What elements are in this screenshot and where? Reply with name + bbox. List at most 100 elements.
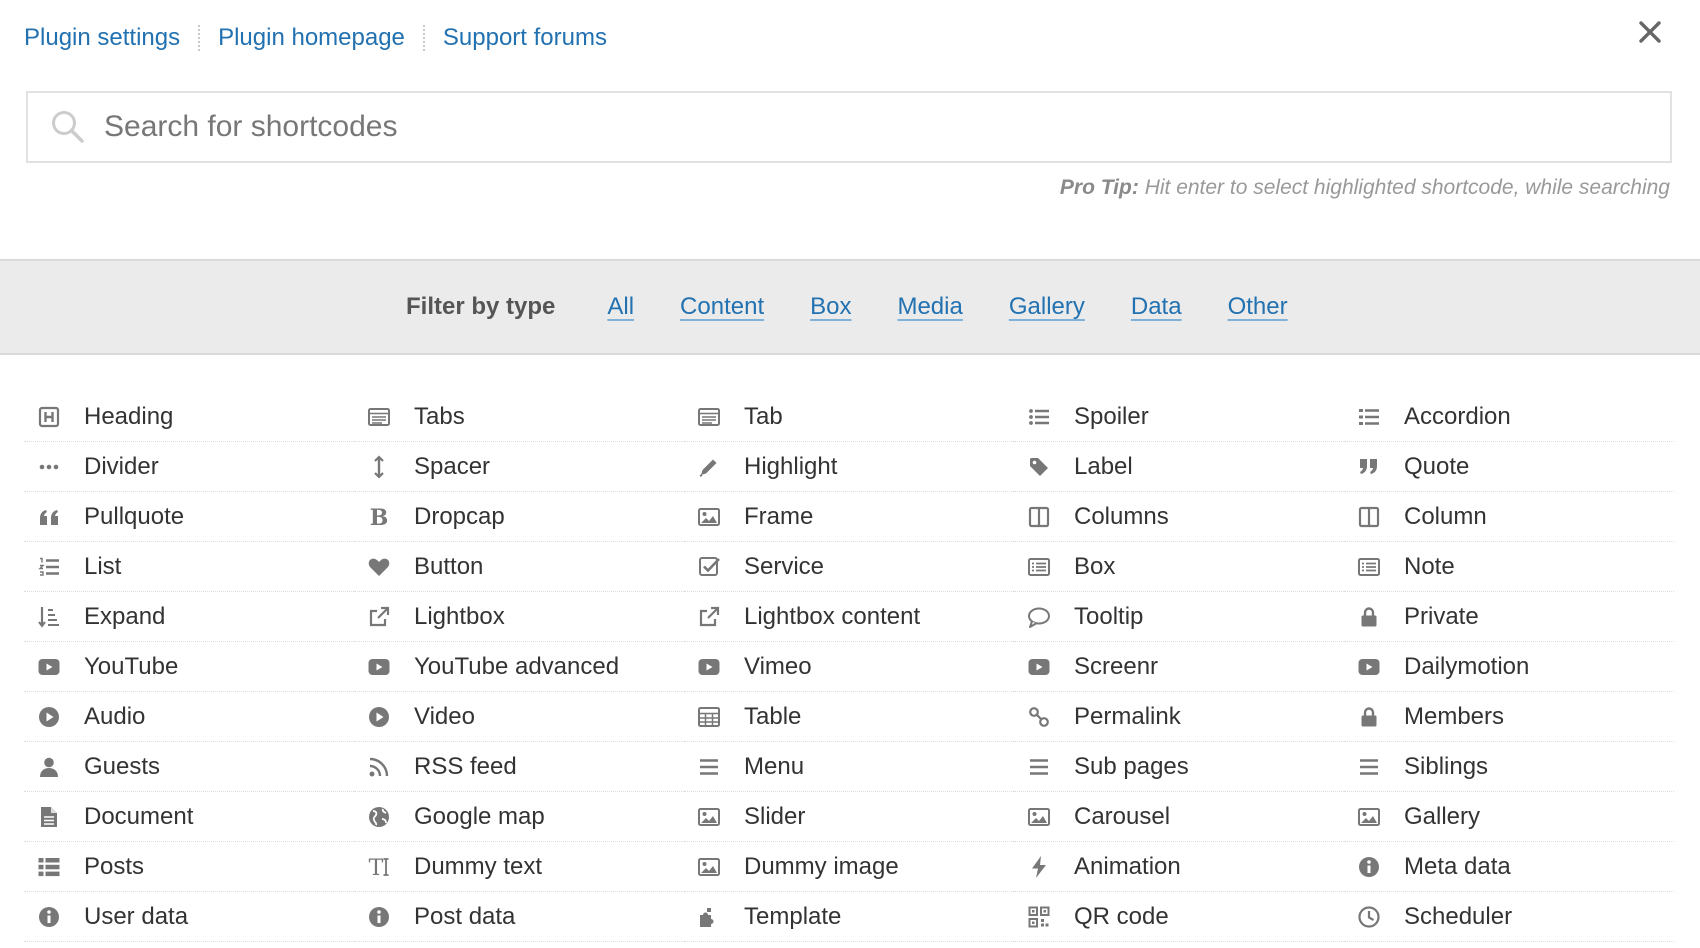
rss-icon <box>366 754 392 780</box>
shortcode-carousel[interactable]: Carousel <box>1014 792 1344 842</box>
shortcode-heading[interactable]: Heading <box>24 392 354 442</box>
shortcode-post-data[interactable]: Post data <box>354 892 684 942</box>
list-icon <box>1356 404 1382 430</box>
shortcode-frame[interactable]: Frame <box>684 492 1014 542</box>
list-ol-icon <box>36 554 62 580</box>
shortcode-button[interactable]: Button <box>354 542 684 592</box>
shortcode-dummy-text[interactable]: T Dummy text <box>354 842 684 892</box>
shortcode-guests[interactable]: Guests <box>24 742 354 792</box>
file-text-icon <box>36 804 62 830</box>
shortcode-members[interactable]: Members <box>1344 692 1674 742</box>
filter-data[interactable]: Data <box>1131 293 1182 321</box>
shortcode-note[interactable]: Note <box>1344 542 1674 592</box>
shortcode-dropcap[interactable]: B Dropcap <box>354 492 684 542</box>
picture-icon <box>1356 804 1382 830</box>
shortcode-user-data[interactable]: User data <box>24 892 354 942</box>
shortcode-tab[interactable]: Tab <box>684 392 1014 442</box>
list-alt-icon <box>1356 554 1382 580</box>
shortcode-label: Guests <box>84 752 161 780</box>
filter-media[interactable]: Media <box>897 293 962 321</box>
shortcode-slider[interactable]: Slider <box>684 792 1014 842</box>
shortcode-scheduler[interactable]: Scheduler <box>1344 892 1674 942</box>
shortcode-accordion[interactable]: Accordion <box>1344 392 1674 442</box>
shortcode-qr-code[interactable]: QR code <box>1014 892 1344 942</box>
shortcode-lightbox[interactable]: Lightbox <box>354 592 684 642</box>
close-button[interactable] <box>1630 12 1670 52</box>
shortcode-label: Screenr <box>1074 652 1159 680</box>
shortcode-service[interactable]: Service <box>684 542 1014 592</box>
filter-controls: Filter by type All Content Box Media Gal… <box>406 261 1334 353</box>
shortcode-animation[interactable]: Animation <box>1014 842 1344 892</box>
shortcode-posts[interactable]: Posts <box>24 842 354 892</box>
shortcode-spacer[interactable]: Spacer <box>354 442 684 492</box>
shortcode-label: Highlight <box>744 452 838 480</box>
shortcode-column[interactable]: Column <box>1344 492 1674 542</box>
th-list-icon <box>36 854 62 880</box>
shortcode-label: RSS feed <box>414 752 517 780</box>
shortcode-expand[interactable]: Expand <box>24 592 354 642</box>
shortcode-template[interactable]: Template <box>684 892 1014 942</box>
shortcode-document[interactable]: Document <box>24 792 354 842</box>
filter-other[interactable]: Other <box>1228 293 1288 321</box>
shortcode-pullquote[interactable]: Pullquote <box>24 492 354 542</box>
support-forums-link[interactable]: Support forums <box>443 24 607 52</box>
shortcode-label[interactable]: Label <box>1014 442 1344 492</box>
shortcode-siblings[interactable]: Siblings <box>1344 742 1674 792</box>
shortcode-label: Siblings <box>1404 752 1489 780</box>
shortcode-dailymotion[interactable]: Dailymotion <box>1344 642 1674 692</box>
shortcode-gallery[interactable]: Gallery <box>1344 792 1674 842</box>
shortcode-tabs[interactable]: Tabs <box>354 392 684 442</box>
shortcode-label: Template <box>744 902 842 930</box>
plugin-settings-link[interactable]: Plugin settings <box>24 24 180 52</box>
shortcode-box[interactable]: Box <box>1014 542 1344 592</box>
filter-all[interactable]: All <box>607 293 634 321</box>
shortcode-highlight[interactable]: Highlight <box>684 442 1014 492</box>
lock-icon <box>1356 704 1382 730</box>
shortcode-private[interactable]: Private <box>1344 592 1674 642</box>
pro-tip: Pro Tip: Hit enter to select highlighted… <box>1060 176 1670 200</box>
shortcode-list[interactable]: List <box>24 542 354 592</box>
shortcode-label: Dropcap <box>414 502 505 530</box>
shortcode-dummy-image[interactable]: Dummy image <box>684 842 1014 892</box>
filter-bar: Filter by type All Content Box Media Gal… <box>0 259 1700 355</box>
plugin-homepage-link[interactable]: Plugin homepage <box>218 24 405 52</box>
shortcode-lightbox-content[interactable]: Lightbox content <box>684 592 1014 642</box>
shortcode-rss-feed[interactable]: RSS feed <box>354 742 684 792</box>
shortcode-columns[interactable]: Columns <box>1014 492 1344 542</box>
svg-text:B: B <box>370 505 389 529</box>
shortcode-youtube-advanced[interactable]: YouTube advanced <box>354 642 684 692</box>
shortcode-vimeo[interactable]: Vimeo <box>684 642 1014 692</box>
shortcode-label: Heading <box>84 402 174 430</box>
shortcode-spoiler[interactable]: Spoiler <box>1014 392 1344 442</box>
shortcode-google-map[interactable]: Google map <box>354 792 684 842</box>
user-icon <box>36 754 62 780</box>
shortcode-quote[interactable]: Quote <box>1344 442 1674 492</box>
filter-content[interactable]: Content <box>680 293 764 321</box>
shortcode-video[interactable]: Video <box>354 692 684 742</box>
shortcode-table[interactable]: Table <box>684 692 1014 742</box>
shortcode-menu[interactable]: Menu <box>684 742 1014 792</box>
shortcode-audio[interactable]: Audio <box>24 692 354 742</box>
sort-amount-icon <box>36 604 62 630</box>
info-circle-icon <box>366 904 392 930</box>
shortcode-youtube[interactable]: YouTube <box>24 642 354 692</box>
shortcode-tooltip[interactable]: Tooltip <box>1014 592 1344 642</box>
shortcode-permalink[interactable]: Permalink <box>1014 692 1344 742</box>
tag-icon <box>1026 454 1052 480</box>
shortcode-label: Permalink <box>1074 702 1181 730</box>
picture-icon <box>696 854 722 880</box>
play-circle-icon <box>36 704 62 730</box>
info-circle-icon <box>36 904 62 930</box>
shortcode-label: Note <box>1404 552 1455 580</box>
shortcode-divider[interactable]: Divider <box>24 442 354 492</box>
arrows-v-icon <box>366 454 392 480</box>
search-input[interactable] <box>104 97 1670 157</box>
shortcode-meta-data[interactable]: Meta data <box>1344 842 1674 892</box>
shortcode-label: Private <box>1404 602 1479 630</box>
filter-box[interactable]: Box <box>810 293 851 321</box>
shortcode-sub-pages[interactable]: Sub pages <box>1014 742 1344 792</box>
filter-gallery[interactable]: Gallery <box>1009 293 1085 321</box>
shortcode-screenr[interactable]: Screenr <box>1014 642 1344 692</box>
shortcode-label: Members <box>1404 702 1505 730</box>
lock-icon <box>1356 604 1382 630</box>
